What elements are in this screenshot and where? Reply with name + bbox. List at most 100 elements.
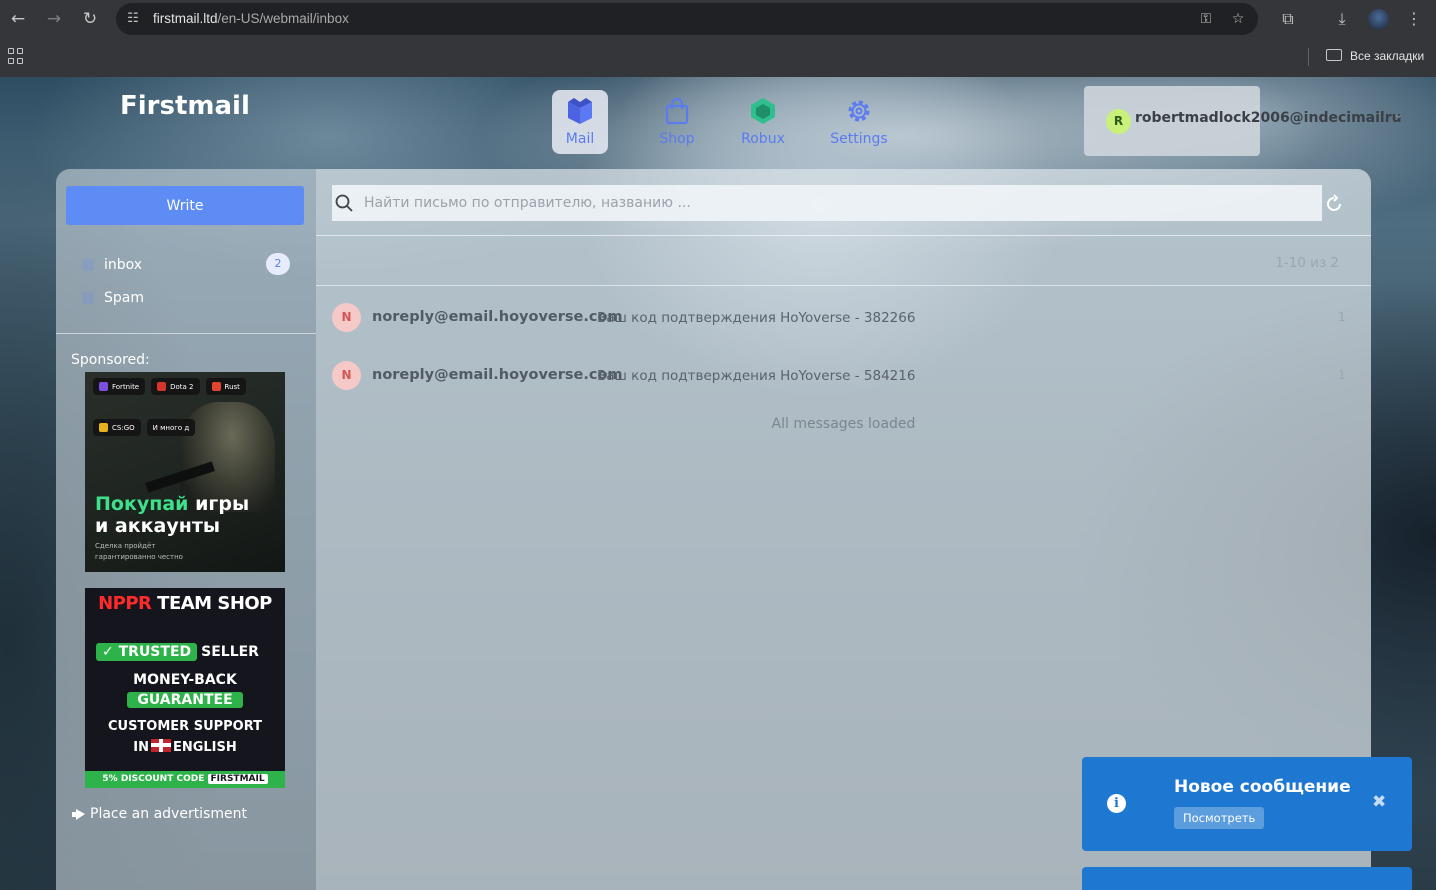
reload-icon[interactable]: ↻ — [77, 6, 103, 32]
message-row[interactable]: N noreply@email.hoyoverse.com Ваш код по… — [316, 348, 1371, 406]
message-row[interactable]: N noreply@email.hoyoverse.com Ваш код по… — [316, 290, 1371, 348]
ad2-title-red: NPPR — [98, 593, 152, 614]
ad2-seller-text: SELLER — [201, 644, 259, 660]
ad2-money-back: MONEY-BACK — [133, 672, 237, 688]
message-subject: Ваш код подтверждения HoYoverse - 584216 — [597, 368, 916, 384]
message-count: 1 — [1338, 368, 1346, 382]
close-icon[interactable]: ✖ — [1372, 792, 1386, 812]
chip-fortnite: Fortnite — [93, 378, 146, 395]
forward-icon[interactable]: → — [41, 6, 67, 32]
ad2-english: IN ENGLISH — [85, 739, 285, 755]
chip-rust: Rust — [205, 378, 246, 395]
ad2-discount-code: FIRSTMAIL — [207, 774, 268, 784]
gear-icon — [848, 100, 870, 122]
ad2-trusted: ✓ TRUSTED SELLER — [96, 642, 259, 662]
all-loaded-text: All messages loaded — [771, 416, 916, 432]
ad1-headline-line2: и аккаунты — [95, 515, 221, 537]
ad2-trusted-text: TRUSTED — [118, 644, 192, 660]
back-icon[interactable]: ← — [5, 6, 31, 32]
bookmarks-bar: Все закладки — [0, 38, 1436, 77]
ad-banner-games[interactable]: Fortnite Dota 2 Rust CS:GO И много д Пок… — [85, 372, 285, 572]
download-icon[interactable]: ⤓ — [1331, 8, 1353, 30]
message-sender: noreply@email.hoyoverse.com — [372, 309, 623, 325]
ad2-title: NPPR TEAM SHOP — [85, 593, 285, 614]
sponsored-label: Sponsored: — [71, 352, 150, 368]
nav-shop[interactable]: Shop — [649, 90, 705, 154]
ad2-support: CUSTOMER SUPPORT — [107, 719, 263, 734]
toast-title: Новое сообщение — [1174, 777, 1351, 797]
ad2-discount: 5% DISCOUNT CODE FIRSTMAIL — [85, 771, 285, 788]
chip-dota-label: Dota 2 — [170, 382, 194, 391]
menu-dots-icon[interactable]: ⋮ — [1403, 8, 1425, 30]
apps-grid-icon[interactable] — [8, 48, 24, 64]
brand-logo[interactable]: Firstmail — [120, 91, 250, 121]
place-ad-label: Place an advertisment — [90, 806, 247, 822]
inbox-icon — [82, 259, 94, 271]
robux-hexagon-icon — [751, 98, 775, 124]
unread-count-badge: 2 — [266, 253, 290, 275]
chip-dota: Dota 2 — [151, 378, 200, 395]
folder-spam-label: Spam — [104, 290, 144, 306]
profile-avatar[interactable] — [1368, 9, 1389, 30]
ad-banner-nppr[interactable]: NPPR TEAM SHOP ✓ TRUSTED SELLER MONEY-BAC… — [85, 588, 285, 788]
search-input[interactable] — [364, 185, 1322, 221]
message-count: 1 — [1338, 310, 1346, 324]
nav-shop-label: Shop — [659, 131, 695, 147]
address-bar[interactable]: ☷ firstmail.ltd/en-US/webmail/inbox ⚿ ☆ — [116, 3, 1258, 35]
message-sender: noreply@email.hoyoverse.com — [372, 367, 623, 383]
write-button[interactable]: Write — [66, 186, 304, 225]
chip-more-label: И много д — [152, 423, 190, 432]
pagination-info: 1-10 из 2 — [1275, 255, 1339, 271]
folder-spam[interactable]: Spam — [76, 286, 296, 312]
message-subject: Ваш код подтверждения HoYoverse - 382266 — [597, 310, 916, 326]
shopping-bag-icon — [665, 97, 689, 125]
place-ad-link[interactable]: Place an advertisment — [72, 806, 247, 822]
nav-settings-label: Settings — [830, 131, 888, 147]
password-key-icon[interactable]: ⚿ — [1196, 9, 1216, 29]
info-icon: i — [1107, 794, 1126, 813]
nav-robux[interactable]: Robux — [735, 90, 791, 154]
user-email[interactable]: robertmadlock2006@indecimailru — [1135, 109, 1402, 127]
game-chips: Fortnite Dota 2 Rust — [93, 378, 246, 395]
folder-icon[interactable] — [1326, 49, 1342, 61]
chevron-down-icon[interactable]: ⌄ — [1393, 107, 1404, 122]
megaphone-icon — [72, 808, 86, 820]
chip-more: И много д — [146, 419, 196, 436]
extensions-icon[interactable]: ⧉ — [1277, 8, 1299, 30]
list-divider — [316, 285, 1371, 286]
chip-fortnite-label: Fortnite — [112, 382, 140, 391]
url-path: /en-US/webmail/inbox — [217, 11, 349, 26]
ad1-headline-rest: игры — [188, 493, 250, 515]
url-host: firstmail.ltd — [153, 11, 218, 26]
rust-icon — [211, 382, 221, 391]
browser-toolbar: ← → ↻ ☷ firstmail.ltd/en-US/webmail/inbo… — [0, 0, 1436, 38]
toast-view-button[interactable]: Посмотреть — [1174, 807, 1265, 829]
spam-icon — [82, 292, 94, 304]
all-bookmarks[interactable]: Все закладки — [1350, 48, 1424, 64]
refresh-icon[interactable] — [1324, 194, 1344, 214]
ad2-guarantee: GUARANTEE — [127, 692, 243, 708]
nav-settings[interactable]: Settings — [830, 90, 888, 154]
new-message-toast: i Новое сообщение Посмотреть ✖ — [1082, 757, 1412, 851]
ad1-headline-green: Покупай — [95, 493, 189, 515]
search-icon — [335, 194, 353, 212]
site-info-icon[interactable]: ☷ — [124, 10, 142, 28]
folder-inbox-label: inbox — [104, 257, 143, 273]
folder-inbox[interactable]: inbox 2 — [76, 253, 296, 279]
sidebar: Write inbox 2 Spam Sponsored: Fortnite D… — [56, 169, 316, 890]
ad1-headline: Покупай игры и аккаунты — [95, 493, 249, 537]
chip-csgo-label: CS:GO — [112, 423, 135, 432]
nav-mail-label: Mail — [565, 131, 595, 147]
bookmark-star-icon[interactable]: ☆ — [1228, 9, 1248, 29]
second-toast — [1082, 867, 1412, 890]
nav-mail[interactable]: Mail — [552, 90, 608, 154]
fortnite-icon — [99, 382, 108, 391]
url-text[interactable]: firstmail.ltd/en-US/webmail/inbox — [153, 10, 349, 28]
sender-avatar: N — [332, 361, 361, 390]
bookmarks-divider — [1308, 48, 1309, 66]
uk-flag-icon — [150, 739, 171, 752]
sender-avatar: N — [332, 303, 361, 332]
nav-robux-label: Robux — [741, 131, 785, 147]
user-avatar[interactable]: R — [1106, 109, 1131, 134]
ad2-english-text: ENGLISH — [172, 740, 237, 755]
